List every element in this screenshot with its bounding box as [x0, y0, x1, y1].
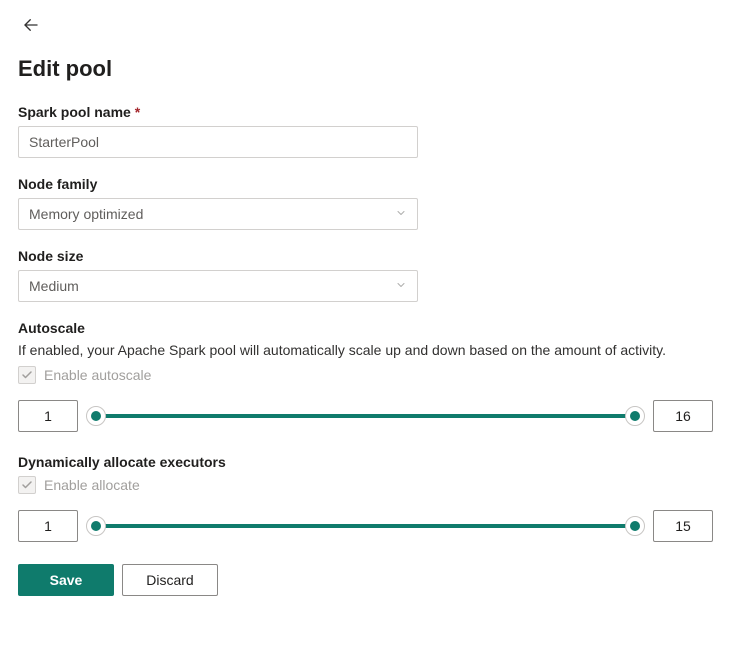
- save-button[interactable]: Save: [18, 564, 114, 596]
- required-asterisk: *: [135, 104, 140, 120]
- field-node-family: Node family Memory optimized: [18, 176, 711, 230]
- check-icon: [21, 369, 33, 381]
- node-family-select[interactable]: Memory optimized: [18, 198, 418, 230]
- label-autoscale: Autoscale: [18, 320, 711, 336]
- dyn-alloc-max[interactable]: 15: [653, 510, 713, 542]
- label-dyn-alloc: Dynamically allocate executors: [18, 454, 711, 470]
- pool-name-input-wrap: [18, 126, 418, 158]
- slider-thumb-min[interactable]: [86, 406, 106, 426]
- checkbox-dyn-alloc[interactable]: [18, 476, 36, 494]
- label-node-family: Node family: [18, 176, 711, 192]
- checkbox-label-dyn-alloc: Enable allocate: [44, 477, 140, 493]
- autoscale-max[interactable]: 16: [653, 400, 713, 432]
- slider-track: [90, 524, 641, 528]
- slider-thumb-min[interactable]: [86, 516, 106, 536]
- slider-track: [90, 414, 641, 418]
- dyn-alloc-min[interactable]: 1: [18, 510, 78, 542]
- chevron-down-icon: [395, 278, 407, 294]
- checkbox-row-autoscale: Enable autoscale: [18, 366, 711, 384]
- chevron-down-icon: [395, 206, 407, 222]
- slider-thumb-max[interactable]: [625, 406, 645, 426]
- checkbox-row-dyn-alloc: Enable allocate: [18, 476, 711, 494]
- slider-thumb-max[interactable]: [625, 516, 645, 536]
- help-autoscale: If enabled, your Apache Spark pool will …: [18, 342, 711, 358]
- field-dyn-alloc: Dynamically allocate executors Enable al…: [18, 454, 711, 542]
- pool-name-input[interactable]: [29, 127, 407, 157]
- label-node-size: Node size: [18, 248, 711, 264]
- range-autoscale: 1 16: [18, 400, 713, 432]
- dyn-alloc-slider[interactable]: [90, 516, 641, 536]
- checkbox-label-autoscale: Enable autoscale: [44, 367, 151, 383]
- autoscale-slider[interactable]: [90, 406, 641, 426]
- node-size-value: Medium: [29, 278, 79, 294]
- checkbox-autoscale[interactable]: [18, 366, 36, 384]
- label-pool-name: Spark pool name *: [18, 104, 711, 120]
- node-size-select[interactable]: Medium: [18, 270, 418, 302]
- field-pool-name: Spark pool name *: [18, 104, 711, 158]
- range-dyn-alloc: 1 15: [18, 510, 713, 542]
- button-row: Save Discard: [18, 564, 711, 596]
- check-icon: [21, 479, 33, 491]
- back-button[interactable]: [18, 12, 44, 38]
- discard-button[interactable]: Discard: [122, 564, 218, 596]
- node-family-value: Memory optimized: [29, 206, 143, 222]
- arrow-left-icon: [22, 16, 40, 34]
- field-autoscale: Autoscale If enabled, your Apache Spark …: [18, 320, 711, 432]
- autoscale-min[interactable]: 1: [18, 400, 78, 432]
- field-node-size: Node size Medium: [18, 248, 711, 302]
- page-title: Edit pool: [18, 56, 711, 82]
